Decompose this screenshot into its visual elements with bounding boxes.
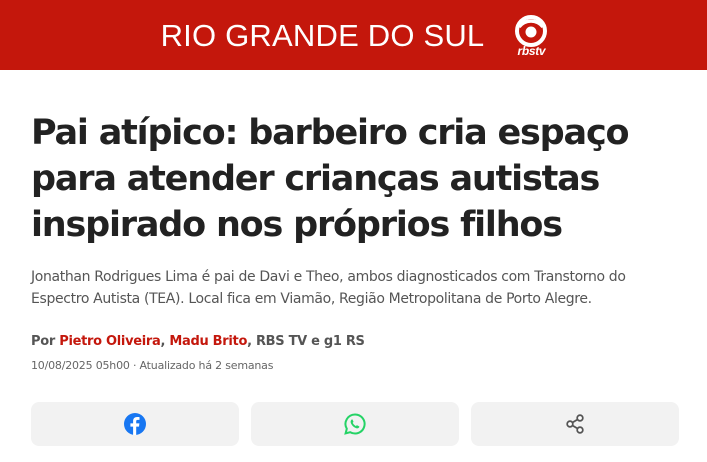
rbstv-logo[interactable]: rbstv: [506, 15, 556, 57]
facebook-icon: [124, 413, 146, 435]
share-facebook-button[interactable]: [31, 402, 239, 446]
byline-suffix: RBS TV e g1 RS: [255, 334, 365, 349]
share-generic-button[interactable]: [471, 402, 679, 446]
rbstv-logo-icon: [515, 15, 548, 47]
whatsapp-icon: [344, 413, 366, 435]
byline-separator-2: ,: [247, 334, 252, 349]
article-subtitle: Jonathan Rodrigues Lima é pai de Davi e …: [31, 269, 626, 307]
publication-date: 10/08/2025 05h00 · Atualizado há 2 seman…: [31, 359, 274, 372]
logo-text: rbstv: [517, 44, 546, 58]
share-icon: [566, 414, 584, 434]
share-whatsapp-button[interactable]: [251, 402, 459, 446]
site-header: RIO GRANDE DO SUL rbstv: [0, 0, 707, 70]
byline-separator-1: ,: [160, 334, 166, 349]
region-title[interactable]: RIO GRANDE DO SUL: [161, 20, 485, 51]
byline: Por Pietro Oliveira, Madu Brito, RBS TV …: [31, 334, 365, 349]
author-link-2[interactable]: Madu Brito: [169, 334, 247, 349]
author-link-1[interactable]: Pietro Oliveira: [59, 334, 161, 349]
article-headline: Pai atípico: barbeiro cria espaço para a…: [31, 113, 630, 245]
byline-prefix: Por: [31, 334, 55, 349]
